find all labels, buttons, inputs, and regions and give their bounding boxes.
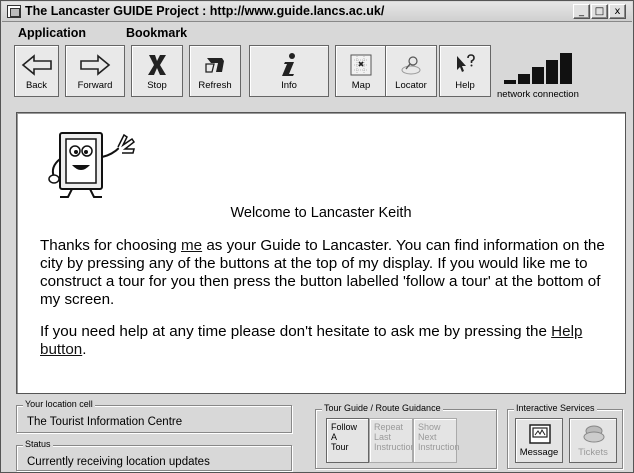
refresh-button[interactable]: Refresh bbox=[189, 45, 241, 97]
guide-mascot-icon bbox=[48, 132, 136, 198]
follow-a-tour-button[interactable]: Follow A Tour bbox=[326, 418, 369, 463]
location-cell-group: Your location cell The Tourist Informati… bbox=[16, 399, 292, 433]
stop-button[interactable]: Stop bbox=[131, 45, 183, 97]
location-cell-caption: Your location cell bbox=[23, 399, 95, 409]
help-text-start: If you need help at any time please don'… bbox=[40, 323, 552, 340]
forward-arrow-icon bbox=[66, 50, 124, 80]
show-next-instruction-button[interactable]: Show Next Instruction bbox=[413, 418, 460, 463]
follow-label-line1: Follow bbox=[331, 422, 358, 432]
locator-label: Locator bbox=[395, 80, 427, 91]
minimize-button[interactable]: _ bbox=[573, 4, 590, 19]
help-cursor-icon bbox=[440, 50, 490, 80]
guide-window: The Lancaster GUIDE Project : http://www… bbox=[0, 0, 634, 473]
menu-bookmark[interactable]: Bookmark bbox=[126, 26, 187, 40]
map-label: Map bbox=[351, 80, 371, 91]
message-label: Message bbox=[519, 447, 559, 458]
tour-guidance-caption: Tour Guide / Route Guidance bbox=[322, 403, 443, 413]
show-label-line1: Show bbox=[418, 422, 441, 432]
repeat-label-line3: Instruction bbox=[374, 442, 416, 452]
location-cell-value: The Tourist Information Centre bbox=[27, 416, 183, 428]
help-paragraph: If you need help at any time please don'… bbox=[40, 323, 620, 359]
menu-application[interactable]: Application bbox=[18, 26, 86, 40]
back-label: Back bbox=[25, 80, 48, 91]
menu-bar: Application Bookmark bbox=[2, 23, 632, 43]
repeat-last-instruction-button[interactable]: Repeat Last Instruction bbox=[369, 418, 416, 463]
close-button[interactable]: x bbox=[609, 4, 626, 19]
window-title: The Lancaster GUIDE Project : http://www… bbox=[25, 4, 385, 18]
content-panel: Welcome to Lancaster Keith Thanks for ch… bbox=[16, 112, 626, 394]
tickets-button[interactable]: Tickets bbox=[569, 418, 617, 463]
info-button[interactable]: Info bbox=[249, 45, 329, 97]
repeat-label-line2: Last bbox=[374, 432, 392, 442]
stop-label: Stop bbox=[147, 80, 167, 91]
intro-text-start: Thanks for choosing bbox=[40, 237, 181, 254]
welcome-heading: Welcome to Lancaster Keith bbox=[230, 205, 412, 221]
window-controls: _ □ x bbox=[572, 4, 626, 19]
refresh-label: Refresh bbox=[198, 80, 232, 91]
locator-icon bbox=[386, 50, 436, 80]
status-group: Status Currently receiving location upda… bbox=[16, 439, 292, 471]
stop-x-icon bbox=[132, 50, 182, 80]
map-button[interactable]: Map bbox=[335, 45, 387, 97]
intro-paragraph: Thanks for choosing me as your Guide to … bbox=[40, 237, 620, 309]
signal-strength-icon bbox=[504, 53, 572, 84]
maximize-button[interactable]: □ bbox=[591, 4, 608, 19]
interactive-services-caption: Interactive Services bbox=[514, 403, 597, 413]
info-label: Info bbox=[281, 80, 297, 91]
tickets-label: Tickets bbox=[578, 447, 608, 458]
interactive-services-group: Interactive Services Message Tickets bbox=[507, 403, 623, 469]
back-arrow-icon bbox=[15, 50, 58, 80]
me-link[interactable]: me bbox=[181, 237, 202, 254]
status-caption: Status bbox=[23, 439, 53, 449]
network-connection-label: network connection bbox=[497, 89, 579, 100]
back-button[interactable]: Back bbox=[14, 45, 59, 97]
forward-label: Forward bbox=[77, 80, 113, 91]
help-label: Help bbox=[455, 80, 475, 91]
forward-button[interactable]: Forward bbox=[65, 45, 125, 97]
repeat-label-line1: Repeat bbox=[374, 422, 404, 432]
show-label-line2: Next bbox=[418, 432, 437, 442]
status-value: Currently receiving location updates bbox=[27, 456, 210, 468]
help-text-end: . bbox=[82, 341, 87, 358]
refresh-icon bbox=[190, 50, 240, 80]
message-icon bbox=[529, 424, 551, 444]
app-icon bbox=[7, 5, 21, 18]
show-label-line3: Instruction bbox=[418, 442, 460, 452]
info-icon bbox=[250, 50, 328, 80]
title-bar: The Lancaster GUIDE Project : http://www… bbox=[2, 2, 632, 22]
follow-label-line3: Tour bbox=[331, 442, 349, 452]
follow-label-line2: A bbox=[331, 432, 338, 442]
tour-guidance-group: Tour Guide / Route Guidance Follow A Tou… bbox=[315, 403, 497, 469]
locator-button[interactable]: Locator bbox=[385, 45, 437, 97]
message-button[interactable]: Message bbox=[515, 418, 563, 463]
map-icon bbox=[336, 50, 386, 80]
tickets-icon bbox=[583, 425, 605, 443]
help-button[interactable]: Help bbox=[439, 45, 491, 97]
